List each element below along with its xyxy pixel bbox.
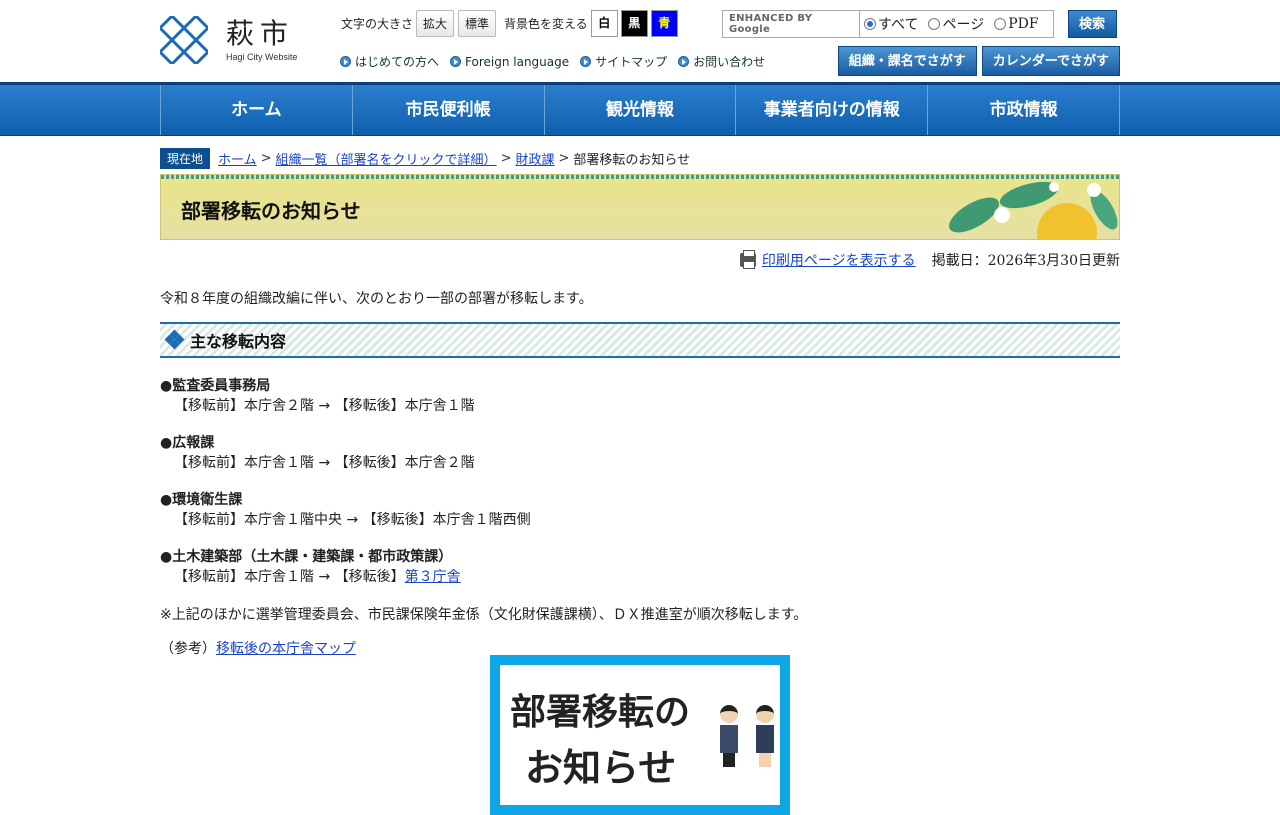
- scope-pdf-radio[interactable]: PDF: [994, 16, 1039, 32]
- nav-city-admin[interactable]: 市政情報: [928, 85, 1120, 135]
- header-sublinks: はじめての方へ Foreign language サイトマップ お問い合わせ: [340, 53, 776, 70]
- bg-color-label: 背景色を変える: [504, 17, 588, 31]
- sitemap-link[interactable]: サイトマップ: [580, 53, 667, 70]
- finder-buttons: 組織・課名でさがす カレンダーでさがす: [833, 46, 1120, 76]
- bg-blue-button[interactable]: 青: [650, 10, 678, 37]
- banner-line-1: 部署移転の: [510, 692, 691, 733]
- relocation-detail: 【移転前】本庁舎１階中央 → 【移転後】本庁舎１階西側: [174, 512, 531, 528]
- breadcrumb: 現在地 ホーム > 組織一覧（部署名をクリックで詳細） > 財政課 > 部署移転のお知…: [160, 148, 1120, 169]
- logo-title: 萩市: [226, 17, 295, 50]
- banner-line-2: お知らせ: [525, 746, 677, 790]
- bg-white-button[interactable]: 白: [590, 10, 618, 37]
- breadcrumb-current: 部署移転のお知らせ: [573, 153, 691, 168]
- search-by-calendar-button[interactable]: カレンダーでさがす: [981, 46, 1120, 76]
- list-item: ●監査委員事務局 【移転前】本庁舎２階 → 【移転後】本庁舎１階: [160, 376, 1120, 416]
- published-date: 掲載日：2026年3月30日更新: [931, 253, 1120, 269]
- search-scope: すべて ページ PDF: [860, 10, 1054, 38]
- scope-page-radio[interactable]: ページ: [928, 14, 984, 34]
- arrow-circle-icon: [450, 56, 462, 67]
- relocation-detail: 【移転前】本庁舎１階 → 【移転後】第３庁舎: [174, 569, 461, 585]
- search-input[interactable]: ENHANCED BY Google: [722, 10, 860, 38]
- page-title: 部署移転のお知らせ: [181, 199, 361, 223]
- reference-line: （参考）移転後の本庁舎マップ: [160, 641, 356, 657]
- breadcrumb-organization[interactable]: 組織一覧（部署名をクリックで詳細）: [276, 149, 497, 168]
- search-by-organization-button[interactable]: 組織・課名でさがす: [837, 46, 977, 76]
- foreign-language-link[interactable]: Foreign language: [450, 53, 569, 70]
- site-search: ENHANCED BY Google すべて ページ PDF 検索: [722, 10, 1117, 38]
- arrow-circle-icon: [580, 56, 592, 67]
- nav-home[interactable]: ホーム: [161, 85, 353, 135]
- global-nav: ホーム 市民便利帳 観光情報 事業者向けの情報 市政情報: [0, 82, 1280, 136]
- staff-female-icon: [756, 705, 774, 767]
- font-standard-button[interactable]: 標準: [458, 10, 497, 37]
- additional-note: ※上記のほかに選挙管理委員会、市民課保険年金係（文化財保護課横）、ＤＸ推進室が順…: [160, 607, 808, 623]
- font-enlarge-button[interactable]: 拡大: [416, 10, 455, 37]
- breadcrumb-finance[interactable]: 財政課: [515, 149, 554, 168]
- staff-male-icon: [720, 705, 738, 767]
- main-content: 現在地 ホーム > 組織一覧（部署名をクリックで詳細） > 財政課 > 部署移転のお知…: [160, 148, 1120, 658]
- nav-tourism[interactable]: 観光情報: [545, 85, 737, 135]
- intro-text: 令和８年度の組織改編に伴い、次のとおり一部の部署が移転します。: [160, 291, 593, 307]
- section-title: 主な移転内容: [190, 332, 287, 351]
- site-logo[interactable]: 萩市 Hagi City Website: [160, 16, 297, 64]
- logo-subtitle: Hagi City Website: [226, 52, 298, 62]
- section-heading: 主な移転内容: [160, 322, 1120, 358]
- department-name: ●環境衛生課: [160, 492, 243, 508]
- contact-link[interactable]: お問い合わせ: [678, 53, 765, 70]
- nav-citizen-guide[interactable]: 市民便利帳: [353, 85, 545, 135]
- scope-all-radio[interactable]: すべて: [864, 14, 918, 34]
- first-time-link[interactable]: はじめての方へ: [340, 53, 439, 70]
- department-name: ●土木建築部（土木課・建築課・都市政策課）: [160, 549, 453, 565]
- bg-black-button[interactable]: 黒: [620, 10, 648, 37]
- list-item: ●環境衛生課 【移転前】本庁舎１階中央 → 【移転後】本庁舎１階西側: [160, 490, 1120, 530]
- citrus-decoration-icon: [949, 181, 1118, 239]
- printer-icon: [739, 250, 756, 269]
- accessibility-tools: 文字の大きさ 拡大 標準 背景色を変える 白 黒 青: [341, 10, 681, 37]
- print-page-link[interactable]: 印刷用ページを表示する: [762, 250, 916, 270]
- building-map-link[interactable]: 移転後の本庁舎マップ: [216, 641, 356, 657]
- diamond-icon: [164, 329, 185, 350]
- relocation-list: ●監査委員事務局 【移転前】本庁舎２階 → 【移転後】本庁舎１階 ●広報課 【移…: [160, 376, 1120, 587]
- current-location-badge: 現在地: [160, 148, 211, 169]
- arrow-circle-icon: [340, 56, 351, 67]
- page-title-bar: 部署移転のお知らせ: [160, 174, 1120, 240]
- breadcrumb-home[interactable]: ホーム: [218, 149, 257, 168]
- department-name: ●監査委員事務局: [160, 378, 271, 394]
- list-item: ●土木建築部（土木課・建築課・都市政策課） 【移転前】本庁舎１階 → 【移転後】…: [160, 547, 1120, 587]
- department-name: ●広報課: [160, 435, 215, 451]
- nav-business[interactable]: 事業者向けの情報: [736, 85, 929, 135]
- font-size-label: 文字の大きさ: [341, 17, 414, 31]
- relocation-banner-image: 部署移転の お知らせ: [490, 655, 790, 815]
- arrow-circle-icon: [678, 56, 690, 67]
- hagi-logo-icon: [160, 16, 208, 64]
- search-button[interactable]: 検索: [1067, 10, 1117, 38]
- relocation-detail: 【移転前】本庁舎１階 → 【移転後】本庁舎２階: [174, 455, 475, 471]
- site-header: 萩市 Hagi City Website 文字の大きさ 拡大 標準 背景色を変え…: [160, 0, 1120, 82]
- relocation-detail: 【移転前】本庁舎２階 → 【移転後】本庁舎１階: [174, 398, 475, 414]
- third-building-link[interactable]: 第３庁舎: [405, 569, 461, 585]
- list-item: ●広報課 【移転前】本庁舎１階 → 【移転後】本庁舎２階: [160, 433, 1120, 473]
- page-meta: 印刷用ページを表示する 掲載日：2026年3月30日更新: [160, 250, 1120, 270]
